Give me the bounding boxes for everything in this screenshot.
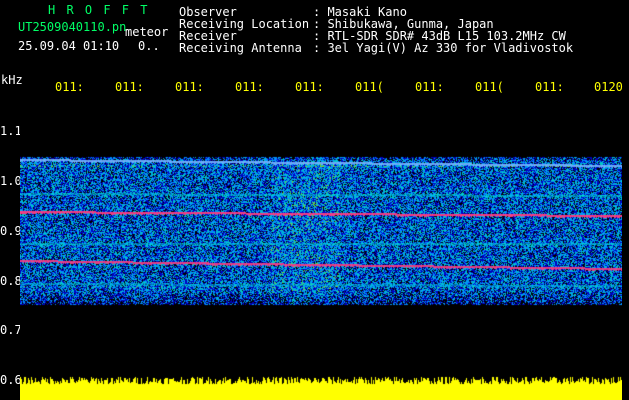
time-tick-label: 011:: [415, 80, 444, 94]
file-name: UT2509040110.pn: [18, 20, 127, 34]
app-title: H R O F F T: [48, 3, 150, 17]
file-type: meteor: [125, 25, 169, 39]
freq-tick-label: 0.9: [0, 224, 22, 238]
spectrogram-canvas: [20, 93, 622, 400]
freq-tick-label: 0.6: [0, 373, 22, 387]
time-tick-label: 011:: [55, 80, 84, 94]
time-tick-label: 011(: [475, 80, 504, 94]
time-tick-label: 011:: [295, 80, 324, 94]
time-tick-label: 011:: [115, 80, 144, 94]
field-label-antenna: Receiving Antenna: [179, 41, 302, 55]
spectrogram-plot: [20, 93, 622, 400]
freq-tick-label: 0.7: [0, 323, 22, 337]
time-tick-label: 011:: [235, 80, 264, 94]
field-value-antenna: : 3el Yagi(V) Az 330 for Vladivostok: [313, 41, 574, 55]
freq-unit-label: kHz: [1, 73, 23, 87]
capture-count: 0..: [138, 39, 160, 53]
freq-tick-label: 1.0: [0, 174, 22, 188]
time-tick-label: 0120: [594, 80, 623, 94]
time-tick-label: 011(: [355, 80, 384, 94]
freq-tick-label: 0.8: [0, 274, 22, 288]
time-tick-label: 011:: [175, 80, 204, 94]
capture-datetime: 25.09.04 01:10: [18, 39, 120, 53]
freq-tick-label: 1.1: [0, 124, 22, 138]
time-tick-label: 011:: [535, 80, 564, 94]
